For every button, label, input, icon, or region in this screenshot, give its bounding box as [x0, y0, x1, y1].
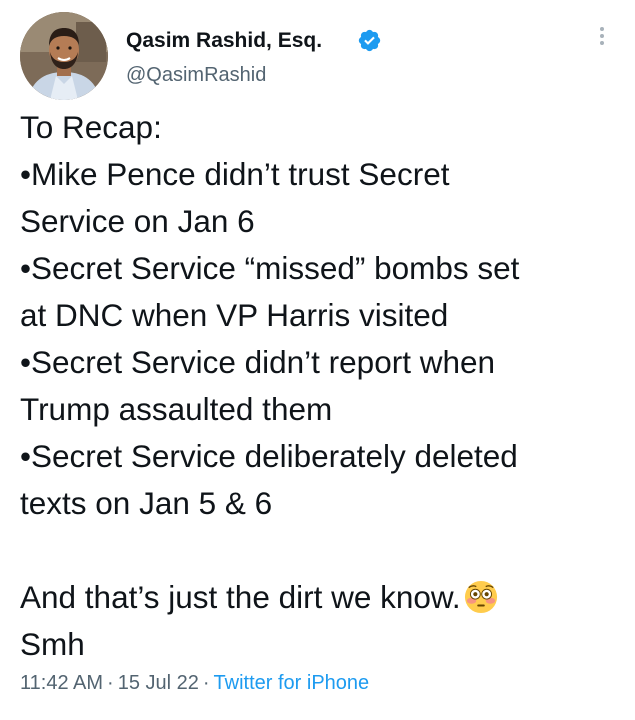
tweet-card: Qasim Rashid, Esq. @QasimRashid To Recap…	[0, 0, 635, 720]
tweet-text: To Recap: •Mike Pence didn’t trust Secre…	[20, 104, 620, 668]
tweet-time[interactable]: 11:42 AM	[20, 672, 103, 694]
verified-badge-icon	[358, 29, 381, 52]
tweet-source-link[interactable]: Twitter for iPhone	[214, 672, 370, 694]
tweet-last-line: Smh	[20, 626, 85, 662]
tweet-line: Service on Jan 6	[20, 203, 255, 239]
tweet-closing-line: And that’s just the dirt we know.	[20, 574, 620, 621]
tweet-meta: 11:42 AM · 15 Jul 22 · Twitter for iPhone	[20, 670, 369, 696]
tweet-closing-text: And that’s just the dirt we know.	[20, 579, 461, 615]
tweet-line: at DNC when VP Harris visited	[20, 297, 449, 333]
meta-separator: ·	[107, 672, 114, 694]
tweet-line: •Secret Service “missed” bombs set	[20, 250, 520, 286]
author-handle[interactable]: @QasimRashid	[126, 62, 266, 88]
flushed-face-icon	[464, 580, 497, 614]
tweet-line: •Mike Pence didn’t trust Secret	[20, 156, 450, 192]
tweet-line: texts on Jan 5 & 6	[20, 485, 273, 521]
tweet-line: Trump assaulted them	[20, 391, 333, 427]
avatar[interactable]	[20, 12, 108, 100]
more-options-icon[interactable]	[592, 24, 612, 54]
avatar-photo	[20, 12, 108, 100]
tweet-line: To Recap:	[20, 109, 162, 145]
tweet-date[interactable]: 15 Jul 22	[118, 672, 199, 694]
meta-separator: ·	[202, 672, 210, 694]
author-name[interactable]: Qasim Rashid, Esq.	[126, 28, 322, 54]
tweet-line: •Secret Service didn’t report when	[20, 344, 496, 380]
tweet-line: •Secret Service deliberately deleted	[20, 438, 518, 474]
